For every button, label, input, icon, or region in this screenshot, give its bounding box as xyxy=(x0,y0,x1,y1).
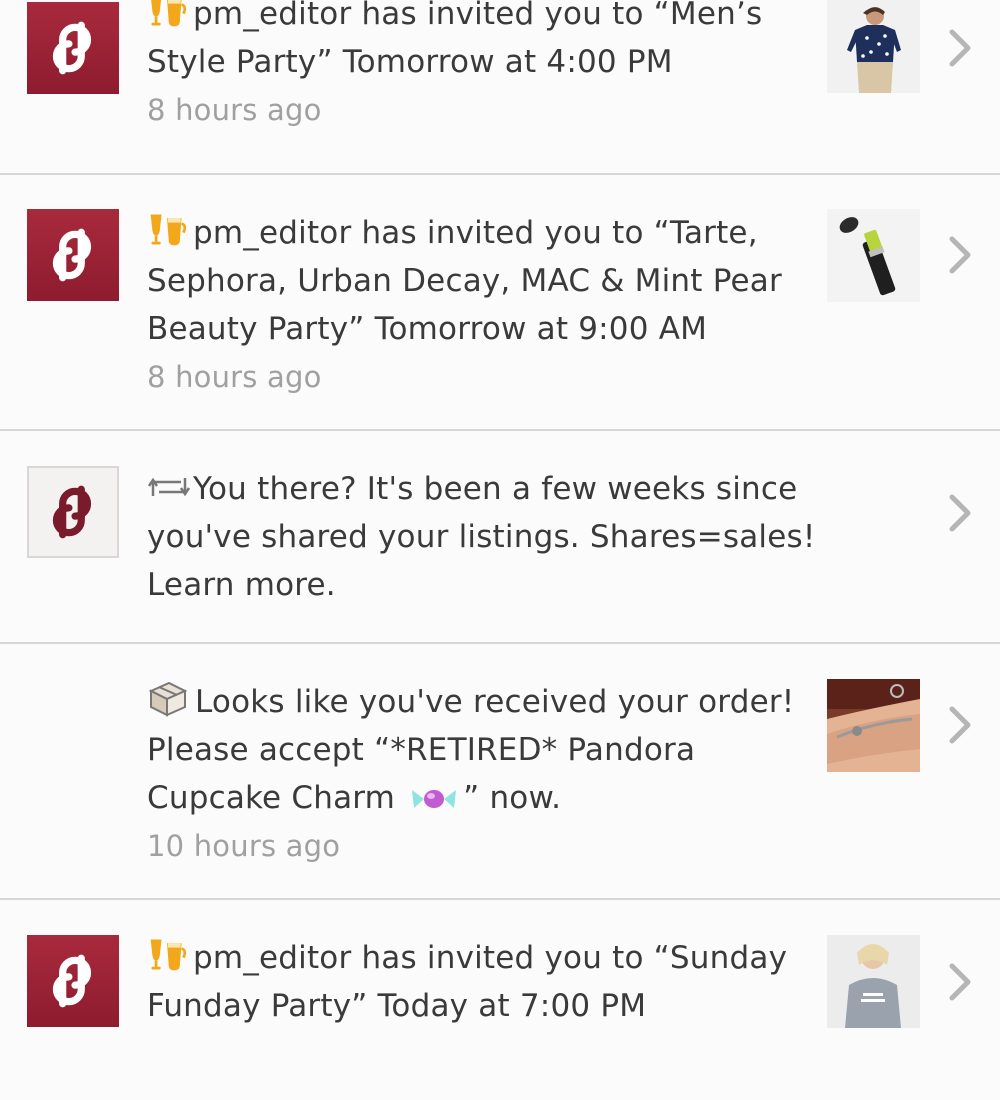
notification-message: pm_editor has invited you to “Tarte, Sep… xyxy=(147,209,817,353)
listing-thumbnail[interactable] xyxy=(827,679,920,772)
notification-text: pm_editor has invited you to “Tarte, Sep… xyxy=(147,215,782,347)
poshmark-logo-icon xyxy=(42,950,104,1012)
notification-message: pm_editor has invited you to “Men’s Styl… xyxy=(147,0,817,86)
timestamp: 8 hours ago xyxy=(147,360,322,394)
share-arrows-icon xyxy=(147,477,191,497)
poshmark-avatar xyxy=(27,935,119,1027)
chevron-right-icon[interactable] xyxy=(945,962,975,1002)
party-cups-icon xyxy=(147,0,187,29)
sweatshirt-photo xyxy=(827,935,920,1028)
chevron-right-icon[interactable] xyxy=(945,493,975,533)
poshmark-avatar xyxy=(27,466,119,558)
mens-shirt-photo xyxy=(827,0,920,93)
listing-thumbnail[interactable] xyxy=(827,0,920,93)
bracelet-photo xyxy=(827,679,920,772)
chevron-right-icon[interactable] xyxy=(945,235,975,275)
notification-message: You there? It's been a few weeks since y… xyxy=(147,465,817,609)
notification-message: Looks like you've received your order! P… xyxy=(147,678,817,822)
lipstick-photo xyxy=(827,209,920,302)
notification-text-end: ” now. xyxy=(463,780,562,816)
notification-message: pm_editor has invited you to “Sunday Fun… xyxy=(147,934,817,1030)
candy-icon xyxy=(412,790,457,808)
poshmark-avatar xyxy=(27,2,119,94)
poshmark-logo-icon xyxy=(42,17,104,79)
party-cups-icon xyxy=(147,210,187,248)
notification-item[interactable]: pm_editor has invited you to “Men’s Styl… xyxy=(0,0,1000,175)
notification-text: pm_editor has invited you to “Sunday Fun… xyxy=(147,940,788,1024)
notification-text: You there? It's been a few weeks since y… xyxy=(147,471,816,603)
poshmark-logo-icon xyxy=(42,224,104,286)
notification-list: pm_editor has invited you to “Men’s Styl… xyxy=(0,0,1000,1028)
party-cups-icon xyxy=(147,935,187,973)
package-box-icon xyxy=(148,681,188,717)
notification-item[interactable]: You there? It's been a few weeks since y… xyxy=(0,431,1000,644)
notification-item[interactable]: pm_editor has invited you to “Sunday Fun… xyxy=(0,900,1000,1100)
listing-thumbnail[interactable] xyxy=(827,209,920,302)
notification-text: pm_editor has invited you to “Men’s Styl… xyxy=(147,0,763,80)
listing-thumbnail[interactable] xyxy=(827,935,920,1028)
notification-item[interactable]: pm_editor has invited you to “Tarte, Sep… xyxy=(0,175,1000,431)
poshmark-avatar xyxy=(27,209,119,301)
poshmark-logo-icon xyxy=(42,481,104,543)
notification-item[interactable]: Looks like you've received your order! P… xyxy=(0,644,1000,900)
timestamp: 8 hours ago xyxy=(147,93,322,127)
timestamp: 10 hours ago xyxy=(147,829,341,863)
chevron-right-icon[interactable] xyxy=(945,28,975,68)
chevron-right-icon[interactable] xyxy=(945,705,975,745)
